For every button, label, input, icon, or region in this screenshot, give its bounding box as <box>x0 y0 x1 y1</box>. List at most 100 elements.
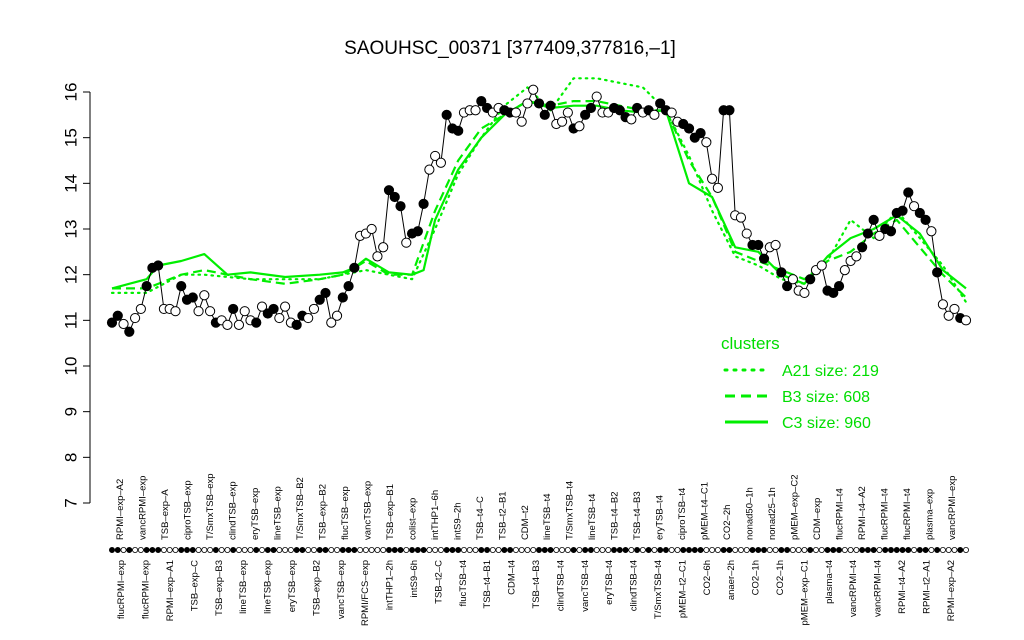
group-dot <box>507 547 514 554</box>
x-label: RPMI–t4–A2 <box>897 560 908 614</box>
x-label: CO2–1h <box>751 560 762 595</box>
data-point <box>228 303 239 315</box>
group-dot <box>362 547 369 554</box>
y-tick-label: 16 <box>61 83 80 102</box>
group-dot <box>547 547 554 554</box>
group-dot <box>518 547 525 554</box>
group-dot <box>789 547 796 554</box>
x-labels-top: RPMI–exp–A2 vancRPMI–exp TSB–exp–A ciproTSB… <box>115 473 958 540</box>
data-point <box>372 251 383 262</box>
data-point <box>805 274 816 285</box>
group-dot <box>334 547 341 554</box>
group-dot <box>582 547 589 554</box>
data-point <box>516 116 527 127</box>
data-point <box>418 198 429 209</box>
x-label: eryTSB–t4 <box>604 560 615 605</box>
x-label: T/SmxTSB–exp <box>205 473 216 540</box>
data-point <box>851 251 862 262</box>
group-dot <box>882 547 889 554</box>
y-tick-label: 14 <box>61 174 80 193</box>
points-layer <box>106 84 972 337</box>
group-dot <box>853 547 860 554</box>
x-label: T/SmxTSB–B2 <box>295 477 306 540</box>
group-dot <box>737 547 744 554</box>
group-dot <box>651 547 658 554</box>
group-dot <box>836 547 843 554</box>
group-dot <box>807 547 814 554</box>
x-label: anaer–2h <box>726 560 737 600</box>
group-dot <box>357 547 364 554</box>
y-tick-label: 8 <box>61 453 80 462</box>
group-dot <box>466 547 473 554</box>
x-label: CO2–2h <box>722 505 733 540</box>
group-dot <box>726 547 733 554</box>
group-dot <box>674 547 681 554</box>
legend-label-b3: B3 size: 608 <box>782 389 870 406</box>
x-label: flucRPMI–exp <box>116 560 127 619</box>
x-label: lineTSB–exp <box>273 486 284 540</box>
x-label: TSB–t4–B2 <box>610 491 621 540</box>
data-point <box>591 91 602 102</box>
group-dot <box>472 547 479 554</box>
x-label: eryTSB–exp <box>250 488 261 540</box>
data-point <box>204 306 216 317</box>
group-dot <box>287 547 294 554</box>
data-point <box>839 265 850 276</box>
chart-root: SAOUHSC_00371 [377409,377816,–1] 7 8 9 10 11… <box>0 0 1024 640</box>
x-label: RPMI/FCS–exp <box>360 560 371 626</box>
group-dot <box>368 547 375 554</box>
data-point <box>291 319 302 330</box>
group-dot <box>916 547 923 554</box>
x-label: intS9–6h <box>409 560 420 598</box>
group-dot <box>939 547 946 554</box>
legend-label-a21: A21 size: 219 <box>782 363 879 380</box>
x-label: eryTSB–t4 <box>655 495 666 540</box>
group-dot <box>593 547 600 554</box>
group-dot <box>709 547 716 554</box>
x-label: CDM–t2 <box>520 505 531 540</box>
group-dot <box>201 547 208 554</box>
data-point <box>926 226 937 237</box>
data-point <box>199 290 210 301</box>
x-label: clindTSB–t4 <box>555 560 566 611</box>
group-dot <box>622 547 629 554</box>
group-dot <box>276 547 283 554</box>
data-point <box>735 212 747 223</box>
group-dot <box>870 547 877 554</box>
data-point <box>920 214 931 225</box>
group-dot <box>628 547 635 554</box>
x-label: flucRPMI–t4 <box>902 488 913 540</box>
group-dot <box>812 547 819 554</box>
x-label: vancTSB–exp <box>362 481 373 540</box>
x-label: T/SmxTSB–t4 <box>565 481 576 540</box>
group-dot <box>293 547 300 554</box>
chart-title: SAOUHSC_00371 [377409,377816,–1] <box>344 38 676 59</box>
x-label: pMEM–exp–C1 <box>799 560 810 625</box>
y-tick-label: 12 <box>61 265 80 284</box>
group-dot <box>772 547 779 554</box>
y-tick-label: 9 <box>61 407 80 416</box>
group-dot <box>657 547 664 554</box>
group-dot <box>847 547 854 554</box>
group-dot <box>247 547 254 554</box>
group-dot <box>501 547 508 554</box>
group-dot <box>570 547 577 554</box>
data-point <box>626 114 637 125</box>
data-point <box>124 326 135 337</box>
legend-label-c3: C3 size: 960 <box>782 415 871 432</box>
group-dot <box>137 547 144 554</box>
group-dot <box>455 547 462 554</box>
group-dot <box>697 547 704 554</box>
x-label: TSB–t4–B1 <box>482 560 493 609</box>
group-dot <box>605 547 612 554</box>
group-dot <box>634 547 641 554</box>
group-dot <box>714 547 721 554</box>
x-label: TSB–t2–C <box>433 560 444 604</box>
data-point <box>303 312 314 324</box>
group-dot <box>616 547 623 554</box>
data-point <box>712 182 723 193</box>
data-point <box>666 107 677 118</box>
group-dot <box>818 547 825 554</box>
group-dot <box>680 547 687 554</box>
group-dot <box>778 547 785 554</box>
